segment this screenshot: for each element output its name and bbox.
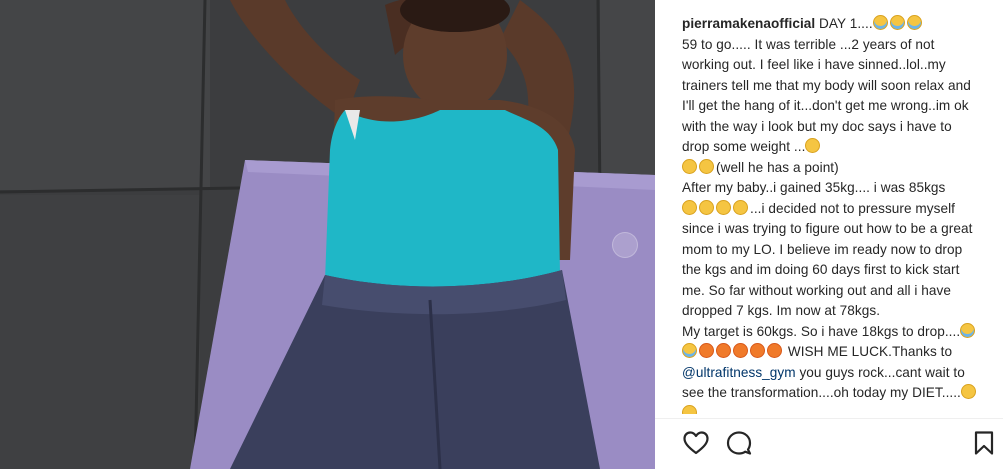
caption-text: (well he has a point) After my baby..i g… <box>682 159 946 196</box>
tongue-emoji-icon <box>750 343 765 358</box>
flushed-emoji-icon <box>733 199 748 215</box>
caption-text: DAY 1.... <box>815 16 873 31</box>
carousel-next-indicator[interactable] <box>612 232 638 258</box>
flushed-emoji-icon <box>682 199 697 215</box>
post-sidebar: pierramakenaofficial DAY 1.... 59 to go.… <box>655 0 1003 469</box>
tongue-emoji-icon <box>699 343 714 358</box>
cry-emoji-icon <box>960 322 976 338</box>
cry-emoji-icon <box>889 15 905 30</box>
cry-emoji-icon <box>906 15 922 30</box>
post-username[interactable]: pierramakenaofficial <box>682 16 815 31</box>
tongue-emoji-icon <box>767 343 782 358</box>
caption-text: ...i decided not to pressure myself sinc… <box>682 200 973 339</box>
laugh-emoji-icon <box>682 404 697 414</box>
cry-emoji-icon <box>682 343 697 358</box>
flushed-emoji-icon <box>805 138 821 153</box>
workout-photo <box>0 0 655 469</box>
caption-text: WISH ME LUCK.Thanks to <box>784 344 953 359</box>
flushed-emoji-icon <box>699 158 714 174</box>
action-bar <box>655 423 1003 469</box>
post-caption: pierramakenaofficial DAY 1.... 59 to go.… <box>682 14 982 414</box>
post-photo[interactable] <box>0 0 655 469</box>
actions-divider <box>655 418 1003 419</box>
bookmark-icon[interactable] <box>970 429 998 457</box>
mention-link[interactable]: @ultrafitness_gym <box>682 365 796 380</box>
flushed-emoji-icon <box>682 158 697 174</box>
comment-icon[interactable] <box>725 429 753 457</box>
cry-emoji-icon <box>872 15 888 30</box>
tongue-emoji-icon <box>733 343 748 358</box>
caption-text: 59 to go..... It was terrible ...2 years… <box>682 36 971 155</box>
heart-icon[interactable] <box>682 429 710 457</box>
flushed-emoji-icon <box>699 199 714 215</box>
laugh-emoji-icon <box>960 384 976 399</box>
tongue-emoji-icon <box>716 343 731 358</box>
flushed-emoji-icon <box>716 199 731 215</box>
